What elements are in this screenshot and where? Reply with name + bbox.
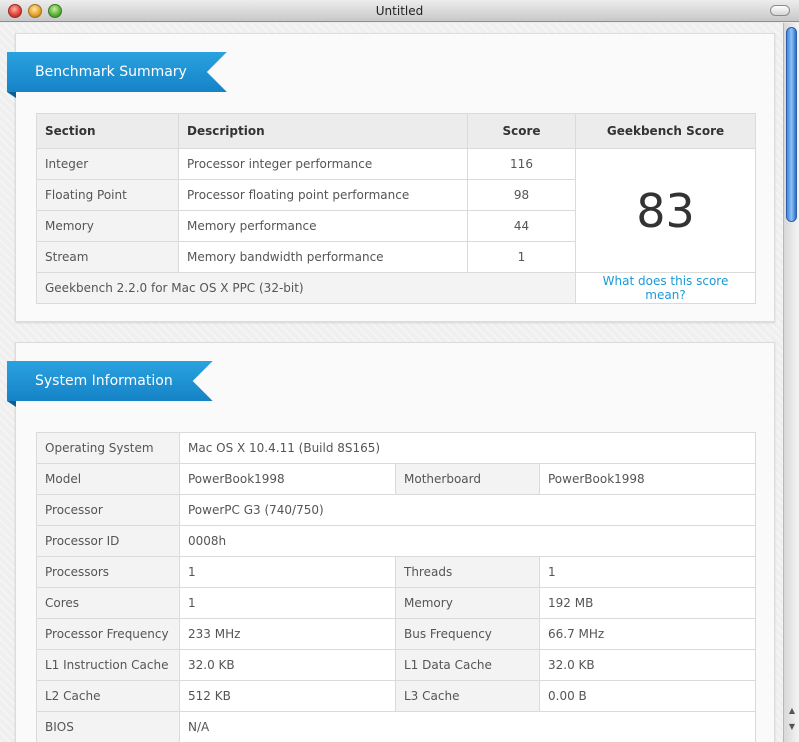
section-cell: Memory [36,210,179,242]
bios-label: BIOS [36,711,180,742]
motherboard-value: PowerBook1998 [539,463,756,495]
score-cell: 116 [467,148,576,180]
l1-instruction-cache-label: L1 Instruction Cache [36,649,180,681]
memory-label: Memory [395,587,540,619]
score-cell: 1 [467,241,576,273]
section-cell: Integer [36,148,179,180]
l2-cache-value: 512 KB [179,680,396,712]
geekbench-score-value: 83 [575,148,756,273]
l1-data-cache-label: L1 Data Cache [395,649,540,681]
benchmark-summary-heading: Benchmark Summary [7,52,227,92]
header-geekbench-score: Geekbench Score [575,113,756,149]
motherboard-label: Motherboard [395,463,540,495]
benchmark-summary-table: Section Description Score Geekbench Scor… [36,113,756,304]
scroll-up-arrow-icon[interactable]: ▲ [787,707,797,715]
score-meaning-link[interactable]: What does this score mean? [575,272,756,304]
title-bar[interactable]: Untitled [0,0,799,22]
score-cell: 44 [467,210,576,242]
header-score: Score [467,113,576,149]
description-cell: Memory performance [178,210,468,242]
ribbon-fold [7,92,16,98]
table-row: BIOS N/A [36,711,756,742]
vertical-scrollbar[interactable]: ▲ ▼ [783,23,799,742]
description-cell: Processor floating point performance [178,179,468,211]
processors-value: 1 [179,556,396,588]
l2-cache-label: L2 Cache [36,680,180,712]
section-cell: Stream [36,241,179,273]
description-cell: Memory bandwidth performance [178,241,468,273]
bus-frequency-value: 66.7 MHz [539,618,756,650]
system-information-panel: System Information Operating System Mac … [7,342,775,742]
system-information-heading: System Information [7,361,213,401]
bios-value: N/A [179,711,756,742]
scroll-down-arrow-icon[interactable]: ▼ [787,723,797,731]
ribbon-fold [7,401,16,407]
threads-value: 1 [539,556,756,588]
model-value: PowerBook1998 [179,463,396,495]
cores-value: 1 [179,587,396,619]
l1-data-cache-value: 32.0 KB [539,649,756,681]
description-cell: Processor integer performance [178,148,468,180]
table-header-row: Section Description Score Geekbench Scor… [36,113,756,149]
geekbench-version: Geekbench 2.2.0 for Mac OS X PPC (32-bit… [36,272,576,304]
processor-id-label: Processor ID [36,525,180,557]
table-row: Processors 1 Threads 1 [36,556,756,588]
toolbar-toggle-button[interactable] [770,5,790,16]
processor-value: PowerPC G3 (740/750) [179,494,756,526]
threads-label: Threads [395,556,540,588]
table-row: Operating System Mac OS X 10.4.11 (Build… [36,432,756,464]
table-row: L1 Instruction Cache 32.0 KB L1 Data Cac… [36,649,756,681]
benchmark-summary-panel: Benchmark Summary Section Description Sc… [7,33,775,322]
l3-cache-label: L3 Cache [395,680,540,712]
window-title: Untitled [375,4,424,18]
l3-cache-value: 0.00 B [539,680,756,712]
table-row: Processor Frequency 233 MHz Bus Frequenc… [36,618,756,650]
bus-frequency-label: Bus Frequency [395,618,540,650]
processor-label: Processor [36,494,180,526]
table-row: Processor ID 0008h [36,525,756,557]
processor-id-value: 0008h [179,525,756,557]
processor-frequency-value: 233 MHz [179,618,396,650]
os-label: Operating System [36,432,180,464]
table-row: Model PowerBook1998 Motherboard PowerBoo… [36,463,756,495]
processor-frequency-label: Processor Frequency [36,618,180,650]
os-value: Mac OS X 10.4.11 (Build 8S165) [179,432,756,464]
table-row: Integer Processor integer performance 11… [36,148,756,273]
table-row: Processor PowerPC G3 (740/750) [36,494,756,526]
section-cell: Floating Point [36,179,179,211]
l1-instruction-cache-value: 32.0 KB [179,649,396,681]
model-label: Model [36,463,180,495]
system-information-table: Operating System Mac OS X 10.4.11 (Build… [36,432,756,742]
scrollbar-thumb[interactable] [786,27,797,222]
processors-label: Processors [36,556,180,588]
cores-label: Cores [36,587,180,619]
browser-window: Untitled Benchmark Summary Section Descr… [0,0,799,742]
table-footer-row: Geekbench 2.2.0 for Mac OS X PPC (32-bit… [36,272,756,304]
table-row: L2 Cache 512 KB L3 Cache 0.00 B [36,680,756,712]
header-section: Section [36,113,179,149]
score-cell: 98 [467,179,576,211]
table-row: Cores 1 Memory 192 MB [36,587,756,619]
header-description: Description [178,113,468,149]
memory-value: 192 MB [539,587,756,619]
page-content: Benchmark Summary Section Description Sc… [0,23,783,742]
